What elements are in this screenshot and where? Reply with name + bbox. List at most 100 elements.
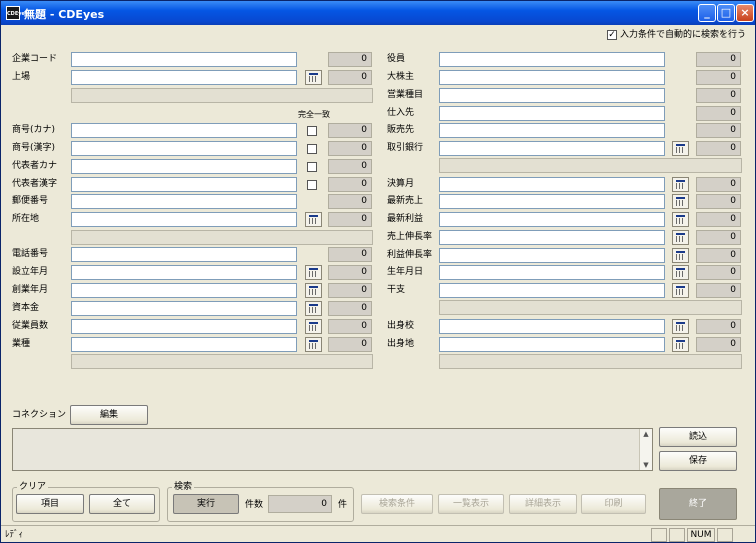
business-input[interactable] xyxy=(439,88,665,103)
profit-growth-label: 利益伸長率 xyxy=(387,250,433,260)
connection-textarea[interactable]: ▲ ▼ xyxy=(12,428,653,471)
rep-kanji-exact-checkbox[interactable] xyxy=(307,180,317,190)
phone-input[interactable] xyxy=(71,247,297,262)
banks-input[interactable] xyxy=(439,141,665,156)
rep-kana-input[interactable] xyxy=(71,159,297,174)
clear-items-button[interactable]: 項目 xyxy=(16,494,84,514)
exit-button[interactable]: 終了 xyxy=(659,488,737,520)
industry-count: 0 xyxy=(328,337,372,352)
founded-label: 創業年月 xyxy=(12,285,49,295)
auto-search-label: 入力条件で自動的に検索を行う xyxy=(620,30,747,40)
list-view-button[interactable]: 一覧表示 xyxy=(438,494,504,514)
banks-picker-icon[interactable] xyxy=(672,141,689,156)
search-count-label: 件数 xyxy=(245,500,264,510)
scroll-down-icon[interactable]: ▼ xyxy=(640,460,652,470)
address-count: 0 xyxy=(328,212,372,227)
birth-date-count: 0 xyxy=(696,265,741,280)
birth-date-input[interactable] xyxy=(439,265,665,280)
capital-input[interactable] xyxy=(71,301,297,316)
industry-input[interactable] xyxy=(71,337,297,352)
zodiac-input[interactable] xyxy=(439,283,665,298)
listing-input[interactable] xyxy=(71,70,297,85)
founded-picker-icon[interactable] xyxy=(305,283,322,298)
rep-kana-count: 0 xyxy=(328,159,372,174)
company-code-input[interactable] xyxy=(71,52,297,67)
status-cell-scroll xyxy=(717,528,733,542)
search-run-button[interactable]: 実行 xyxy=(173,494,239,514)
employees-picker-icon[interactable] xyxy=(305,319,322,334)
customers-input[interactable] xyxy=(439,123,665,138)
latest-profit-input[interactable] xyxy=(439,212,665,227)
connection-save-button[interactable]: 保存 xyxy=(659,451,737,471)
listing-picker-icon[interactable] xyxy=(305,70,322,85)
customers-count: 0 xyxy=(696,123,741,138)
trade-name-kana-count: 0 xyxy=(328,123,372,138)
window-title: 無題 - CDEyes xyxy=(24,8,105,21)
zodiac-selection-bar xyxy=(439,300,742,315)
zodiac-picker-icon[interactable] xyxy=(672,283,689,298)
profit-growth-input[interactable] xyxy=(439,248,665,263)
clear-all-button[interactable]: 全て xyxy=(89,494,155,514)
trade-name-kana-exact-checkbox[interactable] xyxy=(307,126,317,136)
employees-label: 従業員数 xyxy=(12,321,49,331)
address-picker-icon[interactable] xyxy=(305,212,322,227)
company-code-count: 0 xyxy=(328,52,372,67)
status-text: ﾚﾃﾞｨ xyxy=(5,530,24,540)
birthplace-label: 出身地 xyxy=(387,339,415,349)
suppliers-input[interactable] xyxy=(439,106,665,121)
trade-name-kanji-input[interactable] xyxy=(71,141,297,156)
employees-count: 0 xyxy=(328,319,372,334)
business-label: 営業種目 xyxy=(387,90,424,100)
rep-kanji-label: 代表者漢字 xyxy=(12,179,58,189)
title-bar[interactable]: CDEyes 無題 - CDEyes _ □ × xyxy=(1,1,755,25)
sales-growth-input[interactable] xyxy=(439,230,665,245)
birthplace-picker-icon[interactable] xyxy=(672,337,689,352)
trade-name-kana-input[interactable] xyxy=(71,123,297,138)
employees-input[interactable] xyxy=(71,319,297,334)
postal-code-input[interactable] xyxy=(71,194,297,209)
fiscal-month-input[interactable] xyxy=(439,177,665,192)
officers-input[interactable] xyxy=(439,52,665,67)
founded-input[interactable] xyxy=(71,283,297,298)
shareholders-input[interactable] xyxy=(439,70,665,85)
business-count: 0 xyxy=(696,88,741,103)
detail-view-button[interactable]: 詳細表示 xyxy=(509,494,577,514)
sales-growth-count: 0 xyxy=(696,230,741,245)
print-button[interactable]: 印刷 xyxy=(581,494,646,514)
connection-scrollbar[interactable]: ▲ ▼ xyxy=(639,429,652,470)
address-input[interactable] xyxy=(71,212,297,227)
capital-picker-icon[interactable] xyxy=(305,301,322,316)
trade-name-kanji-label: 商号(漢字) xyxy=(12,143,56,153)
connection-load-button[interactable]: 読込 xyxy=(659,427,737,447)
rep-kana-exact-checkbox[interactable] xyxy=(307,162,317,172)
latest-profit-picker-icon[interactable] xyxy=(672,212,689,227)
alma-mater-picker-icon[interactable] xyxy=(672,319,689,334)
birth-date-picker-icon[interactable] xyxy=(672,265,689,280)
profit-growth-picker-icon[interactable] xyxy=(672,248,689,263)
search-conditions-button[interactable]: 検索条件 xyxy=(361,494,433,514)
industry-picker-icon[interactable] xyxy=(305,337,322,352)
sales-growth-picker-icon[interactable] xyxy=(672,230,689,245)
latest-sales-picker-icon[interactable] xyxy=(672,194,689,209)
profit-growth-count: 0 xyxy=(696,248,741,263)
scroll-up-icon[interactable]: ▲ xyxy=(640,429,652,439)
close-button[interactable]: × xyxy=(736,4,754,22)
auto-search-checkbox[interactable]: ✓ xyxy=(607,30,617,40)
alma-mater-input[interactable] xyxy=(439,319,665,334)
rep-kanji-input[interactable] xyxy=(71,177,297,192)
founded-count: 0 xyxy=(328,283,372,298)
established-picker-icon[interactable] xyxy=(305,265,322,280)
latest-profit-count: 0 xyxy=(696,212,741,227)
birthplace-input[interactable] xyxy=(439,337,665,352)
listing-label: 上場 xyxy=(12,72,31,82)
exact-match-header: 完全一致 xyxy=(298,110,330,119)
connection-edit-button[interactable]: 編集 xyxy=(70,405,148,425)
minimize-button[interactable]: _ xyxy=(698,4,716,22)
trade-name-kanji-exact-checkbox[interactable] xyxy=(307,144,317,154)
maximize-button[interactable]: □ xyxy=(717,4,735,22)
latest-sales-input[interactable] xyxy=(439,194,665,209)
sales-growth-label: 売上伸長率 xyxy=(387,232,433,242)
listing-count: 0 xyxy=(328,70,372,85)
established-input[interactable] xyxy=(71,265,297,280)
fiscal-month-picker-icon[interactable] xyxy=(672,177,689,192)
